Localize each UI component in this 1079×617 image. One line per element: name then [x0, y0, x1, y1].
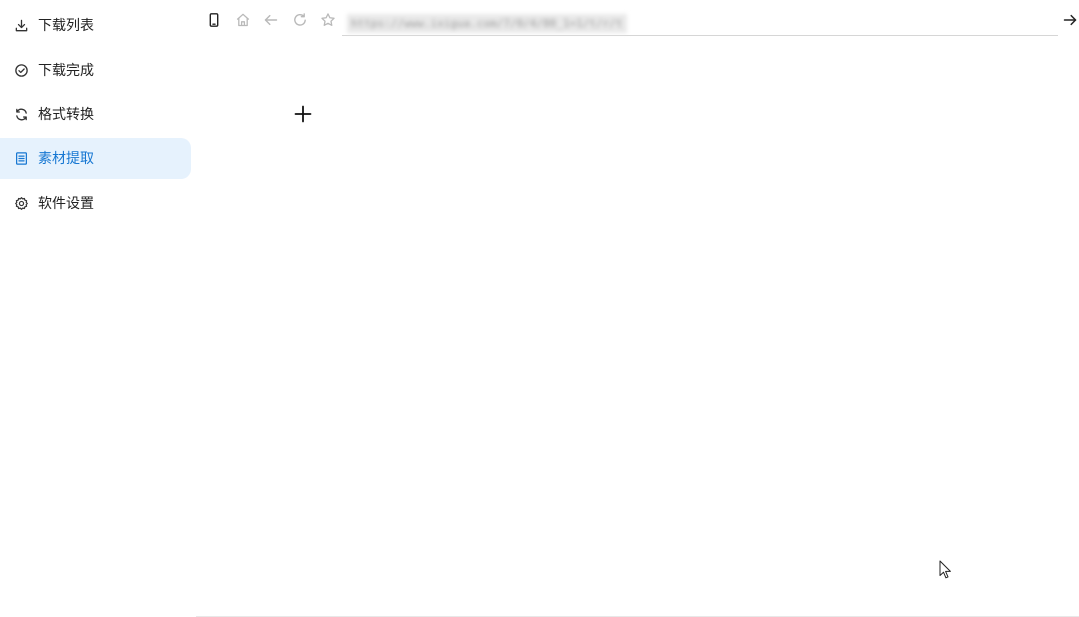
sidebar-item-settings[interactable]: 软件设置	[0, 183, 191, 224]
mouse-cursor-icon	[939, 560, 951, 579]
add-button[interactable]	[292, 105, 314, 127]
sidebar-item-download-complete[interactable]: 下载完成	[0, 50, 191, 91]
document-icon	[13, 151, 29, 167]
plus-icon	[293, 104, 313, 128]
arrow-left-icon	[263, 12, 279, 32]
sidebar-item-format-convert[interactable]: 格式转换	[0, 94, 191, 135]
reload-icon	[292, 12, 308, 32]
refresh-icon	[13, 107, 29, 123]
sidebar-item-material-extract[interactable]: 素材提取	[0, 138, 191, 179]
sidebar-item-label: 格式转换	[38, 106, 94, 123]
sidebar-item-label: 素材提取	[38, 150, 94, 167]
star-icon	[320, 12, 336, 32]
back-button[interactable]	[262, 13, 280, 31]
check-circle-icon	[13, 63, 29, 79]
home-button[interactable]	[234, 13, 252, 31]
sidebar-item-download-list[interactable]: 下载列表	[0, 5, 191, 46]
gear-icon	[13, 196, 29, 212]
sidebar-item-label: 下载列表	[38, 17, 94, 34]
address-bar[interactable]: https://www.ixigua.com/7/0/4/80_1=1/t/r/…	[342, 11, 1058, 36]
sidebar-item-label: 软件设置	[38, 195, 94, 212]
phone-icon	[206, 12, 222, 32]
sidebar-item-label: 下载完成	[38, 62, 94, 79]
arrow-right-icon	[1062, 12, 1078, 32]
home-icon	[235, 12, 251, 32]
browser-toolbar: https://www.ixigua.com/7/0/4/80_1=1/t/r/…	[196, 0, 1079, 44]
reload-button[interactable]	[291, 13, 309, 31]
bookmark-button[interactable]	[319, 13, 337, 31]
sidebar: 下载列表 下载完成 格式转换 素材提取 软件设置	[0, 0, 196, 617]
address-bar-url: https://www.ixigua.com/7/0/4/80_1=1/t/r/…	[347, 13, 627, 33]
download-icon	[13, 18, 29, 34]
mobile-view-button[interactable]	[205, 13, 223, 31]
go-button[interactable]	[1061, 13, 1079, 31]
